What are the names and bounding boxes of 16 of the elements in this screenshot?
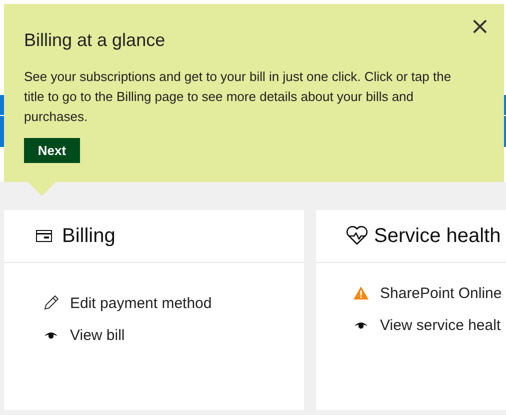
next-button[interactable]: Next	[24, 138, 80, 163]
pencil-icon	[43, 295, 59, 311]
card-title[interactable]: Billing	[62, 224, 116, 248]
card-icon	[36, 230, 52, 242]
action-link[interactable]: Edit payment method	[70, 294, 212, 312]
tooltip-title: Billing at a glance	[24, 30, 166, 51]
eye-icon	[44, 331, 58, 339]
card-title[interactable]: Service health	[374, 224, 501, 248]
tooltip-text: See your subscriptions and get to your bill in just one click. Click or tap the title to go to the Billing page to see more details about your bills and purchases.	[24, 68, 452, 126]
warning-icon	[353, 286, 369, 300]
action-link[interactable]: SharePoint Online	[380, 284, 502, 302]
close-button[interactable]: ×	[470, 16, 490, 36]
action-link[interactable]: View service healt	[380, 316, 501, 334]
heart-monitor-icon	[346, 226, 368, 246]
action-link[interactable]: View bill	[70, 326, 125, 344]
eye-icon	[354, 321, 368, 329]
